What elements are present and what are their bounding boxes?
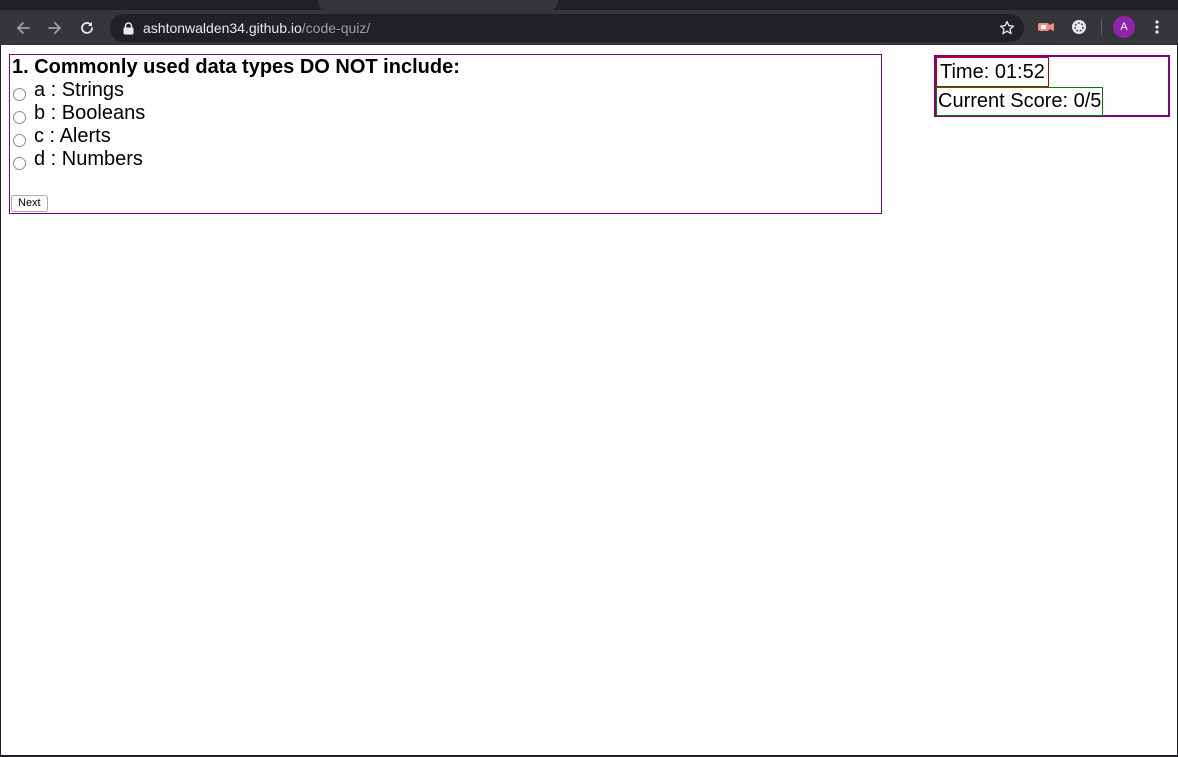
reload-icon[interactable] [75, 16, 99, 40]
lock-icon[interactable] [121, 21, 135, 35]
choice-label: a : Strings [34, 79, 125, 101]
score-display: Current Score: 0/5 [936, 87, 1104, 116]
page-content: 1. Commonly used data types DO NOT inclu… [1, 45, 1177, 755]
quiz-card: 1. Commonly used data types DO NOT inclu… [9, 54, 882, 214]
forward-icon[interactable] [43, 16, 67, 40]
browser-toolbar: ashtonwalden34.github.io/code-quiz/ A [0, 10, 1178, 45]
choice-label: b : Booleans [34, 102, 146, 124]
choice-b[interactable]: b : Booleans [12, 102, 879, 125]
next-button[interactable]: Next [11, 195, 48, 212]
active-tab[interactable] [318, 0, 558, 10]
address-bar[interactable]: ashtonwalden34.github.io/code-quiz/ [110, 14, 1024, 42]
radio-button[interactable] [13, 133, 26, 147]
extension-icon[interactable] [1036, 17, 1056, 37]
kebab-menu-icon[interactable] [1150, 17, 1164, 37]
radio-button[interactable] [13, 87, 26, 101]
choice-a[interactable]: a : Strings [12, 79, 879, 102]
choice-label: d : Numbers [34, 148, 143, 170]
timer-display: Time: 01:52 [936, 57, 1049, 87]
tab-strip [0, 0, 1178, 10]
url-path: /code-quiz/ [301, 20, 371, 36]
avatar[interactable]: A [1113, 16, 1135, 38]
url-host: ashtonwalden34.github.io [143, 20, 302, 36]
radio-button[interactable] [13, 110, 26, 124]
stats-panel: Time: 01:52 Current Score: 0/5 [934, 55, 1170, 117]
choice-c[interactable]: c : Alerts [12, 125, 879, 148]
toolbar-divider [1101, 19, 1102, 35]
radio-button[interactable] [13, 156, 26, 170]
url-text: ashtonwalden34.github.io/code-quiz/ [143, 20, 370, 36]
choice-d[interactable]: d : Numbers [12, 148, 879, 171]
extension-icon[interactable] [1069, 17, 1089, 37]
star-icon[interactable] [999, 20, 1015, 36]
question-title: 1. Commonly used data types DO NOT inclu… [12, 56, 460, 78]
choice-label: c : Alerts [34, 125, 111, 147]
back-icon[interactable] [11, 16, 35, 40]
